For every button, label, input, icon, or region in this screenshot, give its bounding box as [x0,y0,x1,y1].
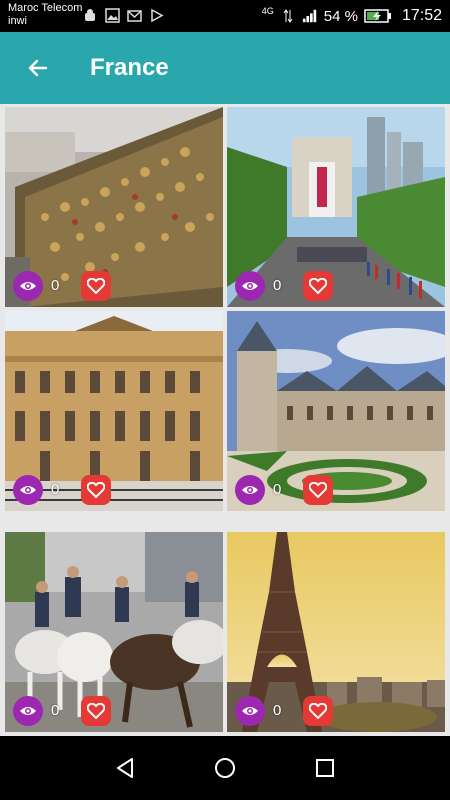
photo-card-palace-versailles[interactable]: 0 [5,311,223,511]
views-button[interactable] [235,696,265,726]
play-store-icon [148,7,164,23]
photo-card-chateau-garden[interactable]: 0 [227,311,445,511]
system-status: 4G 54 % 17:52 [262,0,442,32]
heart-icon [309,482,327,498]
carrier-line-2: inwi [8,15,27,27]
android-icon [82,7,98,23]
views-count: 0 [51,481,60,498]
eye-icon [242,486,258,494]
eye-icon [20,707,36,715]
views-count: 0 [51,702,60,719]
views-count: 0 [51,277,60,294]
eye-icon [242,707,258,715]
nav-back-button[interactable] [107,750,143,786]
favorite-button[interactable] [303,475,333,505]
home-circle-icon [215,758,235,778]
arrow-left-icon [28,59,48,77]
network-type: 4G [261,5,274,16]
nav-recents-button[interactable] [307,750,343,786]
app-bar: France [0,32,450,104]
carrier-info: Maroc Telecom inwi [8,2,82,28]
carrier-line-1: Maroc Telecom [8,2,83,14]
heart-icon [309,278,327,294]
favorite-button[interactable] [81,475,111,505]
views-button[interactable] [13,475,43,505]
eye-icon [20,486,36,494]
status-bar: Maroc Telecom inwi 4G 54 % 17:52 [0,0,450,32]
photo-grid: 0 0 0 0 0 0 [0,104,450,736]
views-count: 0 [273,702,282,719]
favorite-button[interactable] [81,696,111,726]
views-button[interactable] [13,271,43,301]
photo-card-arc-de-triomphe[interactable]: 0 [227,107,445,307]
recents-square-icon [316,759,334,777]
views-count: 0 [273,277,282,294]
favorite-button[interactable] [303,696,333,726]
eye-icon [20,282,36,290]
navigation-bar [0,736,450,800]
views-count: 0 [273,481,282,498]
views-button[interactable] [13,696,43,726]
page-title: France [90,54,169,81]
heart-icon [87,278,105,294]
battery-percent: 54 % [323,7,358,25]
data-arrows-icon [280,8,296,24]
back-triangle-icon [117,758,133,778]
nav-home-button[interactable] [207,750,243,786]
photo-card-camargue-horses[interactable]: 0 [5,532,223,732]
photo-card-locks-bridge[interactable]: 0 [5,107,223,307]
views-button[interactable] [235,271,265,301]
favorite-button[interactable] [81,271,111,301]
mail-icon [126,7,142,23]
heart-icon [87,703,105,719]
views-button[interactable] [235,475,265,505]
photo-card-eiffel-tower[interactable]: 0 [227,532,445,732]
battery-charging-icon [364,8,392,24]
clock: 17:52 [401,7,442,24]
back-button[interactable] [18,48,58,88]
notification-icons [82,7,164,23]
signal-icon [302,8,318,24]
favorite-button[interactable] [303,271,333,301]
gallery-icon [104,7,120,23]
heart-icon [87,482,105,498]
heart-icon [309,703,327,719]
eye-icon [242,282,258,290]
